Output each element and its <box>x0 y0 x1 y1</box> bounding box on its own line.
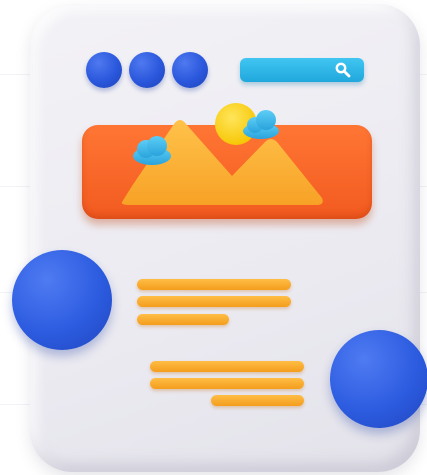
window-dot-2 <box>129 52 165 88</box>
text-line <box>137 279 291 290</box>
decorative-circle-left <box>12 250 112 350</box>
text-line <box>137 314 229 325</box>
search-bar <box>240 58 364 82</box>
text-line <box>150 378 304 389</box>
decorative-circle-right <box>330 330 427 428</box>
illustration-canvas <box>0 0 427 475</box>
search-icon <box>335 62 351 78</box>
text-line <box>211 395 304 406</box>
image-icon <box>121 103 323 205</box>
window-dot-3 <box>172 52 208 88</box>
text-line <box>150 361 304 372</box>
window-dot-1 <box>86 52 122 88</box>
text-line <box>137 296 291 307</box>
